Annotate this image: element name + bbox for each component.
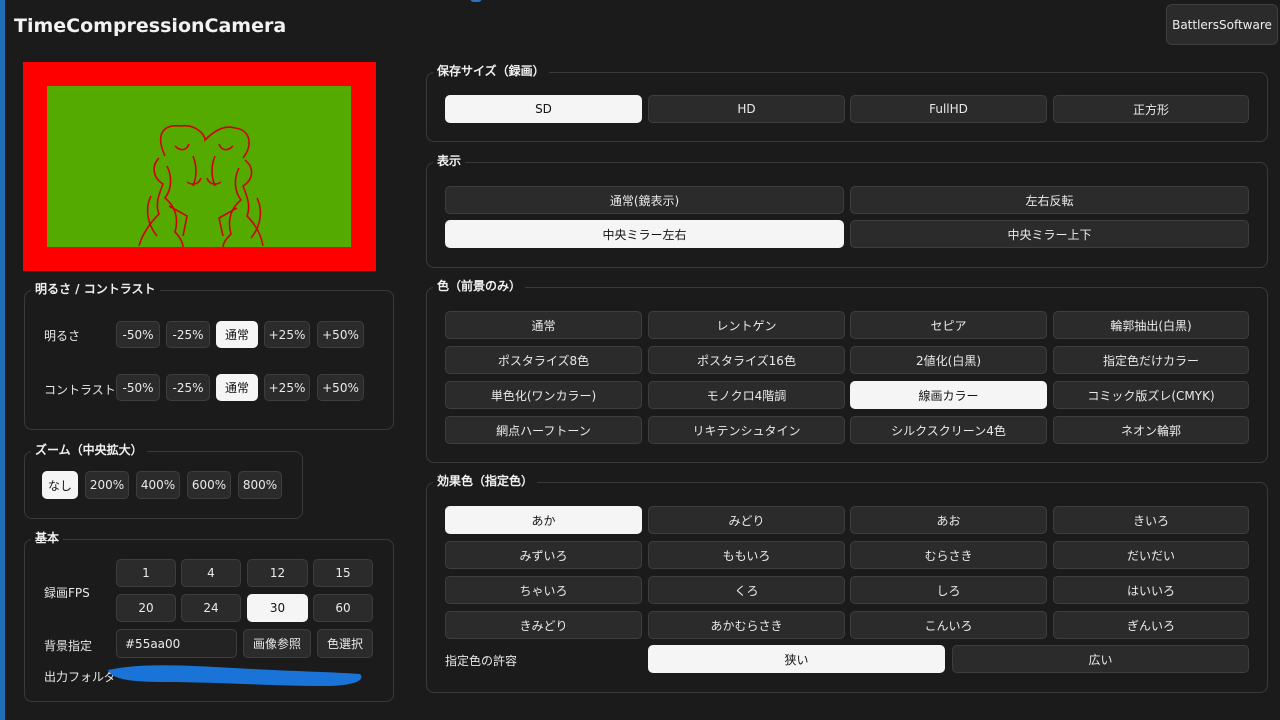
group-title: 保存サイズ（録画） <box>433 62 549 80</box>
brightness-contrast-group: 明るさ / コントラスト <box>24 280 394 430</box>
group-title: 基本 <box>31 529 64 547</box>
group-title: 表示 <box>433 152 466 170</box>
background-color-input[interactable]: #55aa00 <box>116 629 237 658</box>
contrast-plus25-button[interactable]: +25% <box>264 374 310 401</box>
line-drawing-preview <box>138 124 264 247</box>
zoom-800-button[interactable]: 800% <box>238 471 282 499</box>
display-normal-button[interactable]: 通常(鏡表示) <box>445 186 844 214</box>
window-edge <box>0 0 5 720</box>
color-only-specified-button[interactable]: 指定色だけカラー <box>1053 346 1249 374</box>
color-posterize8-button[interactable]: ポスタライズ8色 <box>445 346 642 374</box>
brightness-minus25-button[interactable]: -25% <box>166 321 210 348</box>
contrast-label: コントラスト <box>44 383 116 397</box>
effect-red-button[interactable]: あか <box>445 506 642 534</box>
tolerance-narrow-button[interactable]: 狭い <box>648 645 945 673</box>
camera-preview <box>23 62 376 271</box>
effect-pink-button[interactable]: ももいろ <box>648 541 845 569</box>
fps-24-button[interactable]: 24 <box>181 594 241 622</box>
color-mono4-button[interactable]: モノクロ4階調 <box>648 381 845 409</box>
contrast-minus25-button[interactable]: -25% <box>166 374 210 401</box>
fps-12-button[interactable]: 12 <box>247 559 308 587</box>
preview-image <box>47 86 351 247</box>
fps-30-button[interactable]: 30 <box>247 594 308 622</box>
effect-green-button[interactable]: みどり <box>648 506 845 534</box>
contrast-minus50-button[interactable]: -50% <box>116 374 160 401</box>
effect-purple-button[interactable]: むらさき <box>850 541 1047 569</box>
effect-gray-button[interactable]: はいいろ <box>1053 576 1249 604</box>
size-hd-button[interactable]: HD <box>648 95 845 123</box>
size-fullhd-button[interactable]: FullHD <box>850 95 1047 123</box>
size-sd-button[interactable]: SD <box>445 95 642 123</box>
color-monocolor-button[interactable]: 単色化(ワンカラー) <box>445 381 642 409</box>
color-select-button[interactable]: 色選択 <box>317 629 373 658</box>
fps-20-button[interactable]: 20 <box>116 594 176 622</box>
brightness-label: 明るさ <box>44 329 81 343</box>
color-silkscreen-button[interactable]: シルクスクリーン4色 <box>850 416 1047 444</box>
fps-1-button[interactable]: 1 <box>116 559 176 587</box>
brightness-plus25-button[interactable]: +25% <box>264 321 310 348</box>
color-posterize16-button[interactable]: ポスタライズ16色 <box>648 346 845 374</box>
effect-silver-button[interactable]: ぎんいろ <box>1053 611 1249 639</box>
effect-yellow-button[interactable]: きいろ <box>1053 506 1249 534</box>
display-mirror-ud-button[interactable]: 中央ミラー上下 <box>850 220 1249 248</box>
contrast-normal-button[interactable]: 通常 <box>216 374 258 401</box>
effect-black-button[interactable]: くろ <box>648 576 845 604</box>
zoom-none-button[interactable]: なし <box>42 471 78 499</box>
display-group: 表示 <box>426 152 1268 268</box>
color-xray-button[interactable]: レントゲン <box>648 311 845 339</box>
color-sepia-button[interactable]: セピア <box>850 311 1047 339</box>
image-reference-button[interactable]: 画像参照 <box>243 629 311 658</box>
effect-navy-button[interactable]: こんいろ <box>850 611 1047 639</box>
fps-15-button[interactable]: 15 <box>313 559 373 587</box>
redaction-scribble <box>108 665 362 686</box>
color-lineart-button[interactable]: 線画カラー <box>850 381 1047 409</box>
zoom-400-button[interactable]: 400% <box>136 471 180 499</box>
effect-brown-button[interactable]: ちゃいろ <box>445 576 642 604</box>
effect-white-button[interactable]: しろ <box>850 576 1047 604</box>
effect-yellowgreen-button[interactable]: きみどり <box>445 611 642 639</box>
effect-orange-button[interactable]: だいだい <box>1053 541 1249 569</box>
contrast-plus50-button[interactable]: +50% <box>317 374 364 401</box>
display-mirror-lr-button[interactable]: 中央ミラー左右 <box>445 220 844 248</box>
group-title: 効果色（指定色） <box>433 472 538 490</box>
color-neon-button[interactable]: ネオン輪郭 <box>1053 416 1249 444</box>
effect-lightblue-button[interactable]: みずいろ <box>445 541 642 569</box>
size-square-button[interactable]: 正方形 <box>1053 95 1249 123</box>
color-lichtenstein-button[interactable]: リキテンシュタイン <box>648 416 845 444</box>
effect-blue-button[interactable]: あお <box>850 506 1047 534</box>
color-normal-button[interactable]: 通常 <box>445 311 642 339</box>
fps-label: 録画FPS <box>44 586 90 600</box>
background-label: 背景指定 <box>44 639 93 653</box>
brand-button[interactable]: BattlersSoftware <box>1166 4 1278 45</box>
color-halftone-button[interactable]: 網点ハーフトーン <box>445 416 642 444</box>
tolerance-wide-button[interactable]: 広い <box>952 645 1249 673</box>
zoom-200-button[interactable]: 200% <box>85 471 129 499</box>
zoom-600-button[interactable]: 600% <box>187 471 231 499</box>
brightness-plus50-button[interactable]: +50% <box>317 321 364 348</box>
brightness-normal-button[interactable]: 通常 <box>216 321 258 348</box>
group-title: ズーム（中央拡大） <box>31 441 147 459</box>
top-indicator <box>470 0 482 2</box>
fps-4-button[interactable]: 4 <box>181 559 241 587</box>
group-title: 明るさ / コントラスト <box>31 280 160 298</box>
color-edge-bw-button[interactable]: 輪郭抽出(白黒) <box>1053 311 1249 339</box>
effect-magenta-button[interactable]: あかむらさき <box>648 611 845 639</box>
color-binarize-button[interactable]: 2値化(白黒) <box>850 346 1047 374</box>
brightness-minus50-button[interactable]: -50% <box>116 321 160 348</box>
fps-60-button[interactable]: 60 <box>313 594 373 622</box>
app-title: TimeCompressionCamera <box>14 15 287 37</box>
display-flip-lr-button[interactable]: 左右反転 <box>850 186 1249 214</box>
color-comic-cmyk-button[interactable]: コミック版ズレ(CMYK) <box>1053 381 1249 409</box>
group-title: 色（前景のみ） <box>433 277 526 295</box>
tolerance-label: 指定色の許容 <box>445 654 518 668</box>
